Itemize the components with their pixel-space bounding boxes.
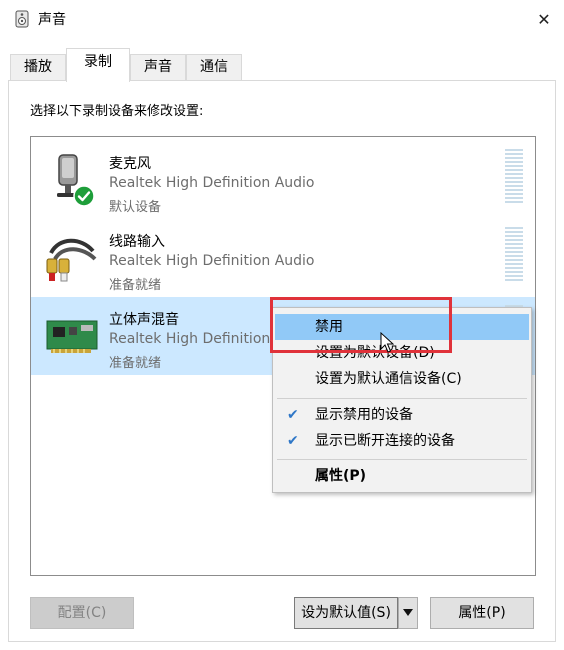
window-title: 声音 bbox=[38, 12, 66, 28]
menu-item-label: 属性(P) bbox=[315, 468, 367, 484]
level-meter bbox=[505, 227, 523, 283]
menu-item-label: 设置为默认设备(D) bbox=[315, 345, 435, 361]
device-name: 麦克风 bbox=[109, 156, 151, 172]
sound-card-icon bbox=[46, 320, 98, 353]
speaker-icon bbox=[15, 10, 29, 28]
menu-item-label: 设置为默认通信设备(C) bbox=[315, 371, 462, 387]
tab-recording[interactable]: 录制 bbox=[66, 48, 130, 82]
set-default-dropdown[interactable] bbox=[398, 597, 418, 629]
menu-item-properties[interactable]: 属性(P) bbox=[275, 463, 529, 489]
level-meter bbox=[505, 149, 523, 205]
default-check-icon bbox=[73, 185, 95, 207]
title-bar: 声音 ✕ bbox=[0, 0, 564, 40]
menu-item-label: 显示禁用的设备 bbox=[315, 407, 413, 423]
menu-separator bbox=[277, 398, 527, 399]
set-default-button[interactable]: 设为默认值(S) bbox=[294, 597, 398, 629]
instruction-text: 选择以下录制设备来修改设置: bbox=[30, 104, 204, 119]
tab-playback[interactable]: 播放 bbox=[10, 54, 66, 80]
device-name: 线路输入 bbox=[109, 234, 165, 250]
device-driver: Realtek High Definition Audio bbox=[109, 175, 315, 191]
menu-item-disable[interactable]: 禁用 bbox=[275, 314, 529, 340]
menu-separator bbox=[277, 459, 527, 460]
menu-item-set-default-comm[interactable]: 设置为默认通信设备(C) bbox=[275, 366, 529, 392]
device-item-microphone[interactable]: 麦克风 Realtek High Definition Audio 默认设备 bbox=[31, 141, 535, 219]
menu-item-label: 显示已断开连接的设备 bbox=[315, 433, 455, 449]
menu-item-show-disabled[interactable]: ✔ 显示禁用的设备 bbox=[275, 402, 529, 428]
context-menu: 禁用 设置为默认设备(D) 设置为默认通信设备(C) ✔ 显示禁用的设备 ✔ 显… bbox=[272, 307, 532, 493]
tab-communications[interactable]: 通信 bbox=[186, 54, 242, 80]
menu-item-set-default[interactable]: 设置为默认设备(D) bbox=[275, 340, 529, 366]
close-button[interactable]: ✕ bbox=[528, 4, 560, 34]
properties-button[interactable]: 属性(P) bbox=[430, 597, 534, 629]
menu-item-label: 禁用 bbox=[315, 319, 343, 335]
check-icon: ✔ bbox=[287, 433, 299, 449]
sound-dialog: 声音 ✕ 播放 录制 声音 通信 选择以下录制设备来修改设置: 麦克风 Real… bbox=[0, 0, 564, 650]
device-status: 准备就绪 bbox=[109, 278, 162, 293]
menu-item-show-disconnected[interactable]: ✔ 显示已断开连接的设备 bbox=[275, 428, 529, 454]
close-icon: ✕ bbox=[537, 9, 551, 29]
device-name: 立体声混音 bbox=[109, 312, 179, 328]
check-icon: ✔ bbox=[287, 407, 299, 423]
line-in-cable-icon bbox=[46, 238, 97, 282]
configure-button[interactable]: 配置(C) bbox=[30, 597, 134, 629]
tab-sounds[interactable]: 声音 bbox=[130, 54, 186, 80]
tab-strip: 播放 录制 声音 通信 bbox=[0, 48, 564, 82]
device-status: 默认设备 bbox=[109, 200, 162, 215]
device-driver: Realtek High Definition Audio bbox=[109, 253, 315, 269]
device-item-line-in[interactable]: 线路输入 Realtek High Definition Audio 准备就绪 bbox=[31, 219, 535, 297]
device-status: 准备就绪 bbox=[109, 356, 162, 371]
chevron-down-icon bbox=[403, 609, 413, 616]
